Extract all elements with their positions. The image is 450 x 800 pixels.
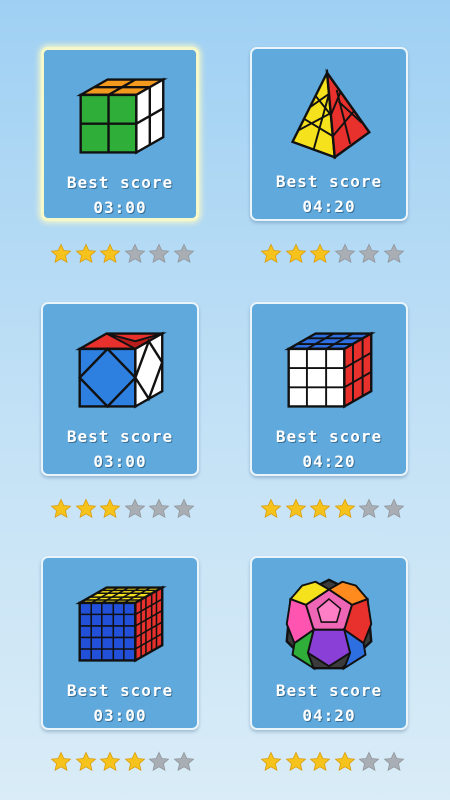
star-filled-icon — [75, 243, 96, 263]
star-empty-icon — [124, 498, 146, 518]
star-filled-icon — [334, 498, 356, 518]
star-filled-icon — [334, 751, 356, 771]
star-filled-icon — [50, 243, 72, 263]
star-rating — [260, 498, 405, 522]
star-filled-icon — [285, 498, 306, 518]
best-score-time: 03:00 — [93, 198, 147, 217]
star-empty-icon — [334, 243, 356, 263]
star-empty-icon — [358, 498, 380, 518]
star-empty-icon — [148, 751, 170, 771]
star-empty-icon — [173, 498, 195, 518]
best-score-time: 04:20 — [302, 197, 356, 216]
5x5-cube-icon — [75, 585, 167, 663]
star-rating — [260, 243, 405, 267]
star-empty-icon — [358, 751, 380, 771]
star-filled-icon — [124, 751, 146, 771]
star-empty-icon — [173, 751, 195, 771]
star-empty-icon — [173, 243, 195, 263]
star-filled-icon — [309, 243, 331, 263]
best-score-time: 03:00 — [93, 706, 147, 725]
best-score-time: 04:20 — [302, 706, 356, 725]
best-score-label: Best score — [66, 427, 174, 446]
star-filled-icon — [99, 243, 121, 263]
best-score-label: Best score — [66, 681, 174, 700]
star-filled-icon — [75, 498, 96, 518]
star-filled-icon — [285, 243, 306, 263]
star-empty-icon — [383, 751, 405, 771]
star-empty-icon — [358, 243, 380, 263]
star-rating — [50, 498, 195, 522]
3x3-cube-icon — [284, 331, 376, 409]
level-card-megaminx[interactable]: Best score 04:20 — [250, 556, 408, 730]
star-rating — [50, 243, 195, 267]
star-filled-icon — [50, 498, 72, 518]
star-filled-icon — [75, 751, 96, 771]
star-empty-icon — [383, 243, 405, 263]
star-filled-icon — [309, 498, 331, 518]
star-rating — [50, 751, 195, 775]
best-score-label: Best score — [275, 172, 383, 191]
star-empty-icon — [148, 243, 170, 263]
star-filled-icon — [260, 498, 282, 518]
star-filled-icon — [99, 751, 121, 771]
best-score-label: Best score — [275, 681, 383, 700]
best-score-label: Best score — [275, 427, 383, 446]
star-empty-icon — [383, 498, 405, 518]
level-card-skewb[interactable]: Best score 03:00 — [41, 302, 199, 476]
best-score-label: Best score — [66, 173, 174, 192]
best-score-time: 03:00 — [93, 452, 147, 471]
2x2-cube-icon — [76, 77, 168, 155]
level-card-5x5[interactable]: Best score 03:00 — [41, 556, 199, 730]
level-card-2x2[interactable]: Best score 03:00 — [41, 47, 199, 221]
pyraminx-icon — [290, 68, 371, 160]
star-filled-icon — [309, 751, 331, 771]
star-filled-icon — [50, 751, 72, 771]
level-card-3x3[interactable]: Best score 04:20 — [250, 302, 408, 476]
best-score-time: 04:20 — [302, 452, 356, 471]
star-rating — [260, 751, 405, 775]
level-card-pyraminx[interactable]: Best score 04:20 — [250, 47, 408, 221]
star-empty-icon — [148, 498, 170, 518]
megaminx-icon — [285, 578, 373, 671]
star-empty-icon — [124, 243, 146, 263]
star-filled-icon — [99, 498, 121, 518]
skewb-icon — [75, 331, 167, 409]
star-filled-icon — [260, 243, 282, 263]
star-filled-icon — [285, 751, 306, 771]
star-filled-icon — [260, 751, 282, 771]
